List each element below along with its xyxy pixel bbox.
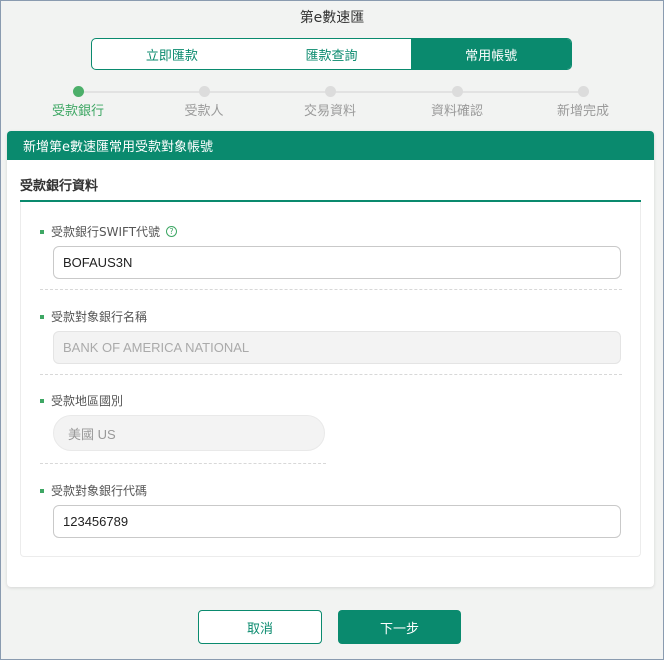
step-dot — [577, 86, 589, 97]
step-complete: 新增完成 — [533, 85, 633, 119]
form-card: 新增第e數速匯常用受款對象帳號 受款銀行資料 受款銀行SWIFT代號 ? BOF… — [7, 131, 654, 587]
field-divider — [40, 289, 622, 290]
tab-remit-now[interactable]: 立即匯款 — [92, 39, 252, 69]
step-label: 受款銀行 — [51, 104, 104, 119]
bank-code-input[interactable]: 123456789 — [53, 505, 621, 538]
tab-frequent-accounts[interactable]: 常用帳號 — [411, 39, 571, 69]
bank-code-label-text: 受款對象銀行代碼 — [51, 484, 148, 498]
step-dot — [198, 86, 210, 97]
bank-name-label: 受款對象銀行名稱 — [40, 308, 148, 325]
region-label-text: 受款地區國別 — [51, 394, 124, 408]
card-header: 新增第e數速匯常用受款對象帳號 — [7, 131, 654, 160]
bullet-icon — [40, 314, 44, 319]
tab-bar: 立即匯款 匯款查詢 常用帳號 — [91, 38, 572, 70]
next-button[interactable]: 下一步 — [338, 610, 461, 644]
step-transaction: 交易資料 — [280, 85, 380, 119]
app-title: 第e數速匯 — [299, 10, 365, 26]
bullet-icon — [40, 488, 44, 493]
bank-name-label-text: 受款對象銀行名稱 — [51, 310, 148, 324]
swift-input[interactable]: BOFAUS3N — [53, 246, 621, 279]
region-label: 受款地區國別 — [40, 392, 124, 409]
region-select[interactable]: 美國 US — [53, 415, 325, 451]
field-divider — [40, 463, 326, 464]
step-label: 受款人 — [184, 104, 224, 119]
tab-remit-query[interactable]: 匯款查詢 — [252, 39, 412, 69]
bullet-icon — [40, 398, 44, 403]
bank-code-label: 受款對象銀行代碼 — [40, 482, 148, 499]
step-dot — [451, 86, 463, 97]
step-label: 資料確認 — [430, 104, 483, 119]
step-payee-bank: 受款銀行 — [28, 85, 128, 119]
swift-label: 受款銀行SWIFT代號 ? — [40, 223, 178, 240]
form-box: 受款銀行SWIFT代號 ? BOFAUS3N 受款對象銀行名稱 BANK OF … — [20, 202, 641, 557]
step-dot — [72, 86, 84, 97]
swift-label-text: 受款銀行SWIFT代號 — [51, 225, 161, 239]
step-label: 交易資料 — [303, 104, 356, 119]
bullet-icon — [40, 229, 44, 234]
step-confirm: 資料確認 — [407, 85, 507, 119]
step-payee: 受款人 — [154, 85, 254, 119]
bank-name-field: BANK OF AMERICA NATIONAL — [53, 331, 621, 364]
section-title: 受款銀行資料 — [20, 179, 99, 194]
cancel-button[interactable]: 取消 — [198, 610, 322, 644]
progress-steps: 受款銀行 受款人 交易資料 資料確認 新增完成 — [1, 85, 663, 119]
help-icon[interactable]: ? — [166, 226, 178, 237]
step-label: 新增完成 — [556, 104, 609, 119]
step-dot — [324, 86, 336, 97]
field-divider — [40, 374, 622, 375]
